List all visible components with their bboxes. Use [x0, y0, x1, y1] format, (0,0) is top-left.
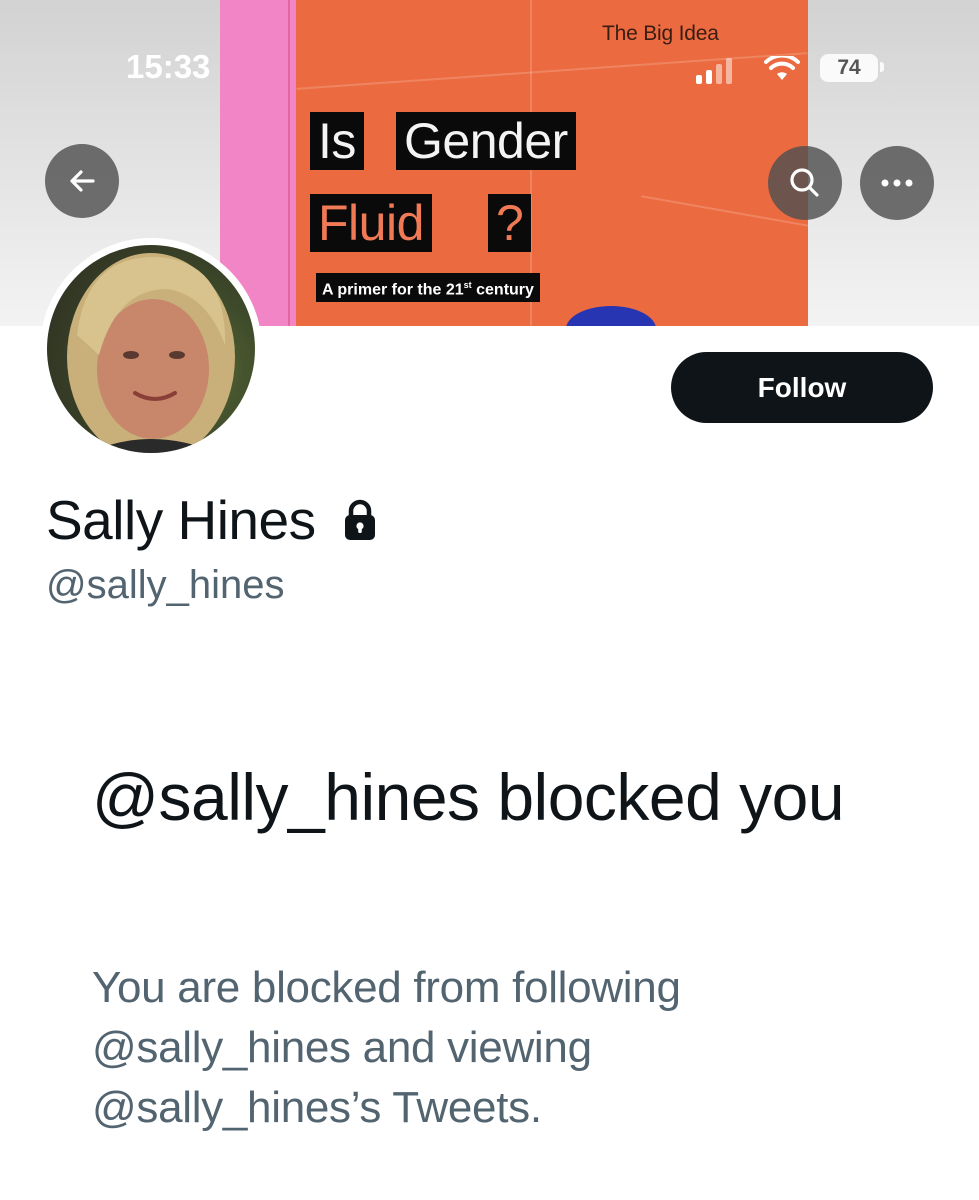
status-icons: 74 [694, 52, 894, 84]
more-icon [881, 179, 913, 187]
book-title-gender: Gender [396, 112, 576, 170]
banner-book-cover: The Big Idea Is Gender Fluid ? A primer … [220, 0, 808, 326]
blocked-description: You are blocked from following @sally_hi… [92, 963, 681, 1132]
back-button[interactable] [45, 144, 119, 218]
book-title-is: Is [310, 112, 364, 170]
battery-icon: 74 [820, 54, 878, 82]
back-arrow-icon [70, 170, 95, 192]
avatar-portrait [67, 253, 235, 453]
book-cover-graphic [566, 306, 656, 326]
profile-handle: @sally_hines [46, 563, 285, 607]
display-name: Sally Hines [46, 489, 316, 551]
book-series-label: The Big Idea [602, 22, 719, 45]
book-subtitle: A primer for the 21st century [316, 273, 540, 303]
avatar[interactable] [40, 238, 262, 460]
avatar-photo [47, 245, 255, 453]
wifi-icon [764, 56, 800, 80]
profile-name-row: Sally Hines [46, 488, 378, 552]
book-title-question: ? [488, 194, 532, 252]
battery-tip [880, 62, 884, 72]
blocked-title: @sally_hines blocked you [92, 760, 845, 834]
search-icon [790, 168, 819, 197]
more-button[interactable] [860, 146, 934, 220]
search-button[interactable] [768, 146, 842, 220]
follow-button[interactable]: Follow [671, 352, 933, 423]
lock-icon [344, 499, 375, 540]
book-title-fluid: Fluid [310, 194, 432, 252]
status-time: 15:33 [126, 48, 211, 85]
